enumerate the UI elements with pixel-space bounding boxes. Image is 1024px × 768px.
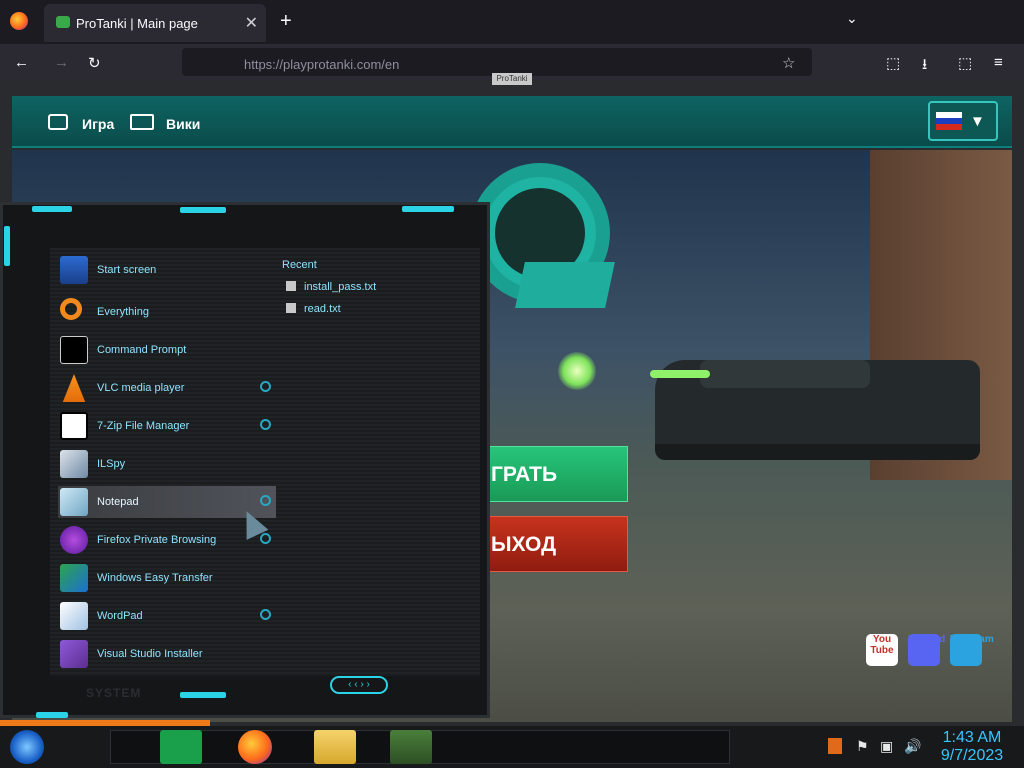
firefox-taskbar-icon[interactable] — [238, 730, 272, 764]
wordpad-icon — [60, 602, 88, 630]
network-icon[interactable]: ▣ — [880, 738, 893, 755]
clock[interactable]: 1:43 AM 9/7/2023 — [932, 729, 1012, 765]
exit-button[interactable]: ЫХОД — [486, 516, 628, 572]
browser-tab[interactable]: ProTanki | Main page ✕ — [44, 4, 266, 42]
plasma-glow — [558, 352, 596, 390]
menu-trim — [32, 206, 72, 212]
menu-trim — [402, 206, 454, 212]
menu-item-wordpad[interactable]: WordPad — [58, 600, 276, 632]
menu-item-label: Notepad — [97, 496, 139, 508]
menu-item-label: 7-Zip File Manager — [97, 420, 190, 432]
forward-button[interactable]: → — [54, 54, 69, 71]
url-text: https://playprotanki.com/en — [244, 57, 400, 72]
downloads-icon[interactable]: ⭳ — [922, 54, 927, 79]
pin-icon[interactable] — [260, 533, 271, 544]
start-orb-button[interactable] — [10, 730, 44, 764]
notes-app-icon[interactable] — [160, 730, 202, 764]
menu-item-label: Start screen — [97, 264, 157, 276]
menu-scroll-arrows[interactable]: ‹ ‹ › › — [330, 676, 388, 694]
pin-icon[interactable] — [260, 495, 271, 506]
game-header — [12, 96, 1012, 148]
russian-flag-icon — [936, 112, 962, 130]
flag-tray-icon[interactable]: ⚑ — [856, 738, 869, 755]
page-top-label: ProTanki — [492, 73, 532, 85]
bookmark-star-icon[interactable]: ☆ — [782, 54, 795, 72]
terminal-icon — [60, 336, 88, 364]
menu-item-label: Firefox Private Browsing — [97, 534, 217, 546]
volume-icon[interactable]: 🔊 — [904, 738, 921, 755]
menu-item-label: Visual Studio Installer — [97, 648, 203, 660]
tab-title: ProTanki | Main page — [76, 16, 198, 31]
menu-item-command-prompt[interactable]: Command Prompt — [58, 334, 276, 366]
youtube-icon[interactable]: You Tube — [866, 634, 898, 666]
logo-banner — [515, 262, 615, 308]
protanki-taskbar-icon[interactable] — [390, 730, 432, 764]
back-button[interactable]: ← — [14, 54, 29, 71]
menu-trim — [36, 712, 68, 718]
search-magnifier-icon — [60, 298, 82, 320]
pin-icon[interactable] — [260, 381, 271, 392]
recent-header: Recent — [282, 259, 317, 271]
menu-item-7zip[interactable]: 7-Zip File Manager — [58, 410, 276, 442]
recent-file[interactable]: read.txt — [286, 303, 341, 315]
vlc-cone-icon — [62, 374, 86, 402]
menu-item-vlc[interactable]: VLC media player — [58, 372, 276, 404]
recent-file[interactable]: install_pass.txt — [286, 281, 376, 293]
protanki-favicon — [56, 16, 70, 28]
7zip-icon — [60, 412, 88, 440]
menu-item-label: Everything — [97, 306, 149, 318]
firefox-icon[interactable] — [10, 12, 28, 30]
menu-item-easy-transfer[interactable]: Windows Easy Transfer — [58, 562, 276, 594]
telegram-icon[interactable]: Telegram — [950, 634, 994, 666]
firefox-private-icon — [60, 526, 88, 554]
menu-trim — [4, 226, 10, 266]
menu-item-label: VLC media player — [97, 382, 185, 394]
pin-icon[interactable] — [260, 609, 271, 620]
url-bar[interactable]: https://playprotanki.com/en — [182, 48, 812, 76]
recent-file-name: read.txt — [304, 303, 341, 315]
start-screen-icon — [60, 256, 88, 284]
game-nav-icon — [48, 114, 68, 130]
nav-wiki[interactable]: Вики — [166, 116, 200, 132]
list-all-tabs-icon[interactable]: ⌄ — [846, 10, 858, 27]
menu-item-label: ILSpy — [97, 458, 126, 470]
play-button[interactable]: ГРАТЬ — [486, 446, 628, 502]
menu-item-everything[interactable]: Everything — [58, 296, 276, 328]
new-tab-button[interactable]: + — [280, 10, 292, 33]
menu-trim — [180, 692, 226, 698]
recent-file-name: install_pass.txt — [304, 281, 377, 293]
close-tab-icon[interactable]: ✕ — [245, 13, 258, 33]
nav-game[interactable]: Игра — [82, 116, 114, 132]
tank-turret — [700, 360, 870, 388]
menu-item-ilspy[interactable]: ILSpy — [58, 448, 276, 480]
file-explorer-icon[interactable] — [314, 730, 356, 764]
book-icon — [130, 114, 154, 130]
menu-item-label: Windows Easy Transfer — [97, 572, 213, 584]
menu-item-label: Command Prompt — [97, 344, 187, 356]
clock-time: 1:43 AM — [942, 729, 1002, 746]
app-menu-icon[interactable]: ≡ — [994, 54, 1003, 71]
menu-item-visual-studio-installer[interactable]: Visual Studio Installer — [58, 638, 276, 670]
notepad-icon — [60, 488, 88, 516]
text-file-icon — [286, 281, 296, 291]
ilspy-icon — [60, 450, 88, 478]
extensions-icon[interactable]: ⬚ — [958, 54, 972, 72]
chevron-down-icon: ▼ — [970, 113, 985, 130]
pocket-icon[interactable]: ⬚ — [886, 54, 900, 72]
pin-icon[interactable] — [260, 419, 271, 430]
easy-transfer-icon — [60, 564, 88, 592]
text-file-icon — [286, 303, 296, 313]
menu-item-start-screen[interactable]: Start screen — [58, 254, 276, 286]
clock-date: 9/7/2023 — [940, 747, 1004, 764]
app-tray-icon[interactable] — [828, 738, 842, 754]
reload-button[interactable]: ↻ — [88, 54, 101, 72]
tank-muzzle-flash — [650, 370, 710, 378]
discord-icon[interactable]: Discord — [908, 634, 945, 666]
visual-studio-icon — [60, 640, 88, 668]
system-label: SYSTEM — [86, 686, 142, 700]
menu-trim — [180, 207, 226, 213]
menu-item-label: WordPad — [97, 610, 143, 622]
